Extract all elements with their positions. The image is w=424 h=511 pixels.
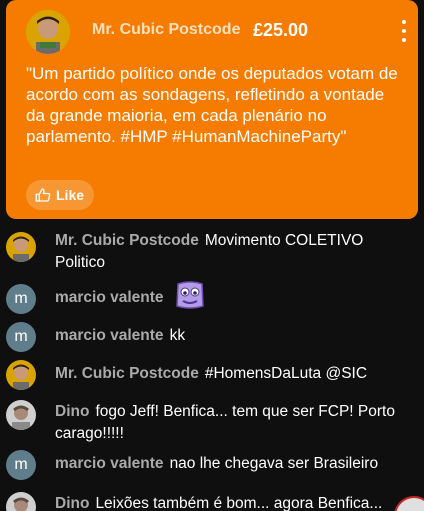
chat-message-text: Mr. Cubic Postcode #HomensDaLuta @SIC: [55, 363, 415, 385]
like-label: Like: [56, 187, 85, 203]
chat-message-text: Dino Leixões também é bom... agora Benfic…: [55, 493, 415, 511]
more-options-icon[interactable]: [398, 18, 410, 44]
super-chat-avatar[interactable]: [26, 10, 70, 54]
chat-text: nao lhe chegava ser Brasileiro: [169, 455, 379, 472]
chat-text: fogo Jeff! Benfica... tem que ser FCP! P…: [55, 403, 395, 442]
chat-text: #HomensDaLuta @SIC: [204, 365, 368, 382]
chat-author[interactable]: Mr. Cubic Postcode: [55, 365, 199, 382]
chat-list[interactable]: Mr. Cubic Postcode Movimento COLETIVO Pol…: [0, 224, 424, 511]
avatar[interactable]: [6, 232, 36, 262]
chat-author[interactable]: marcio valente: [55, 289, 164, 306]
thumbs-up-icon: [35, 188, 51, 202]
chat-message-text: Dino fogo Jeff! Benfica... tem que ser FC…: [55, 401, 415, 445]
super-chat-author[interactable]: Mr. Cubic Postcode: [92, 21, 240, 39]
chat-author[interactable]: Dino: [55, 403, 89, 420]
chat-author[interactable]: marcio valente: [55, 327, 164, 344]
super-chat-amount: £25.00: [253, 20, 309, 40]
avatar[interactable]: m: [6, 450, 36, 480]
avatar[interactable]: m: [6, 322, 36, 352]
chat-author[interactable]: Dino: [55, 495, 89, 511]
super-chat-message: "Um partido político onde os deputados v…: [26, 64, 398, 146]
like-button[interactable]: Like: [26, 180, 95, 210]
super-chat-header: Mr. Cubic Postcode £25.00: [6, 0, 418, 60]
chat-message-text: marcio valente: [55, 287, 415, 309]
avatar[interactable]: m: [6, 284, 36, 314]
chat-author[interactable]: marcio valente: [55, 455, 164, 472]
chat-text: kk: [169, 327, 186, 344]
super-chat-card: Mr. Cubic Postcode £25.00 "Um partido po…: [6, 0, 418, 219]
avatar[interactable]: [6, 360, 36, 390]
avatar[interactable]: [6, 492, 36, 511]
chat-text: Leixões também é bom... agora Benfica...: [95, 495, 383, 511]
chat-message-text: Mr. Cubic Postcode Movimento COLETIVO Pol…: [55, 230, 415, 274]
avatar[interactable]: [6, 400, 36, 430]
chat-message-text: marcio valente nao lhe chegava ser Brasil…: [55, 453, 415, 475]
chat-message-text: marcio valente kk: [55, 325, 415, 347]
purple-face-emoji-icon: [173, 278, 207, 312]
chat-author[interactable]: Mr. Cubic Postcode: [55, 232, 199, 249]
